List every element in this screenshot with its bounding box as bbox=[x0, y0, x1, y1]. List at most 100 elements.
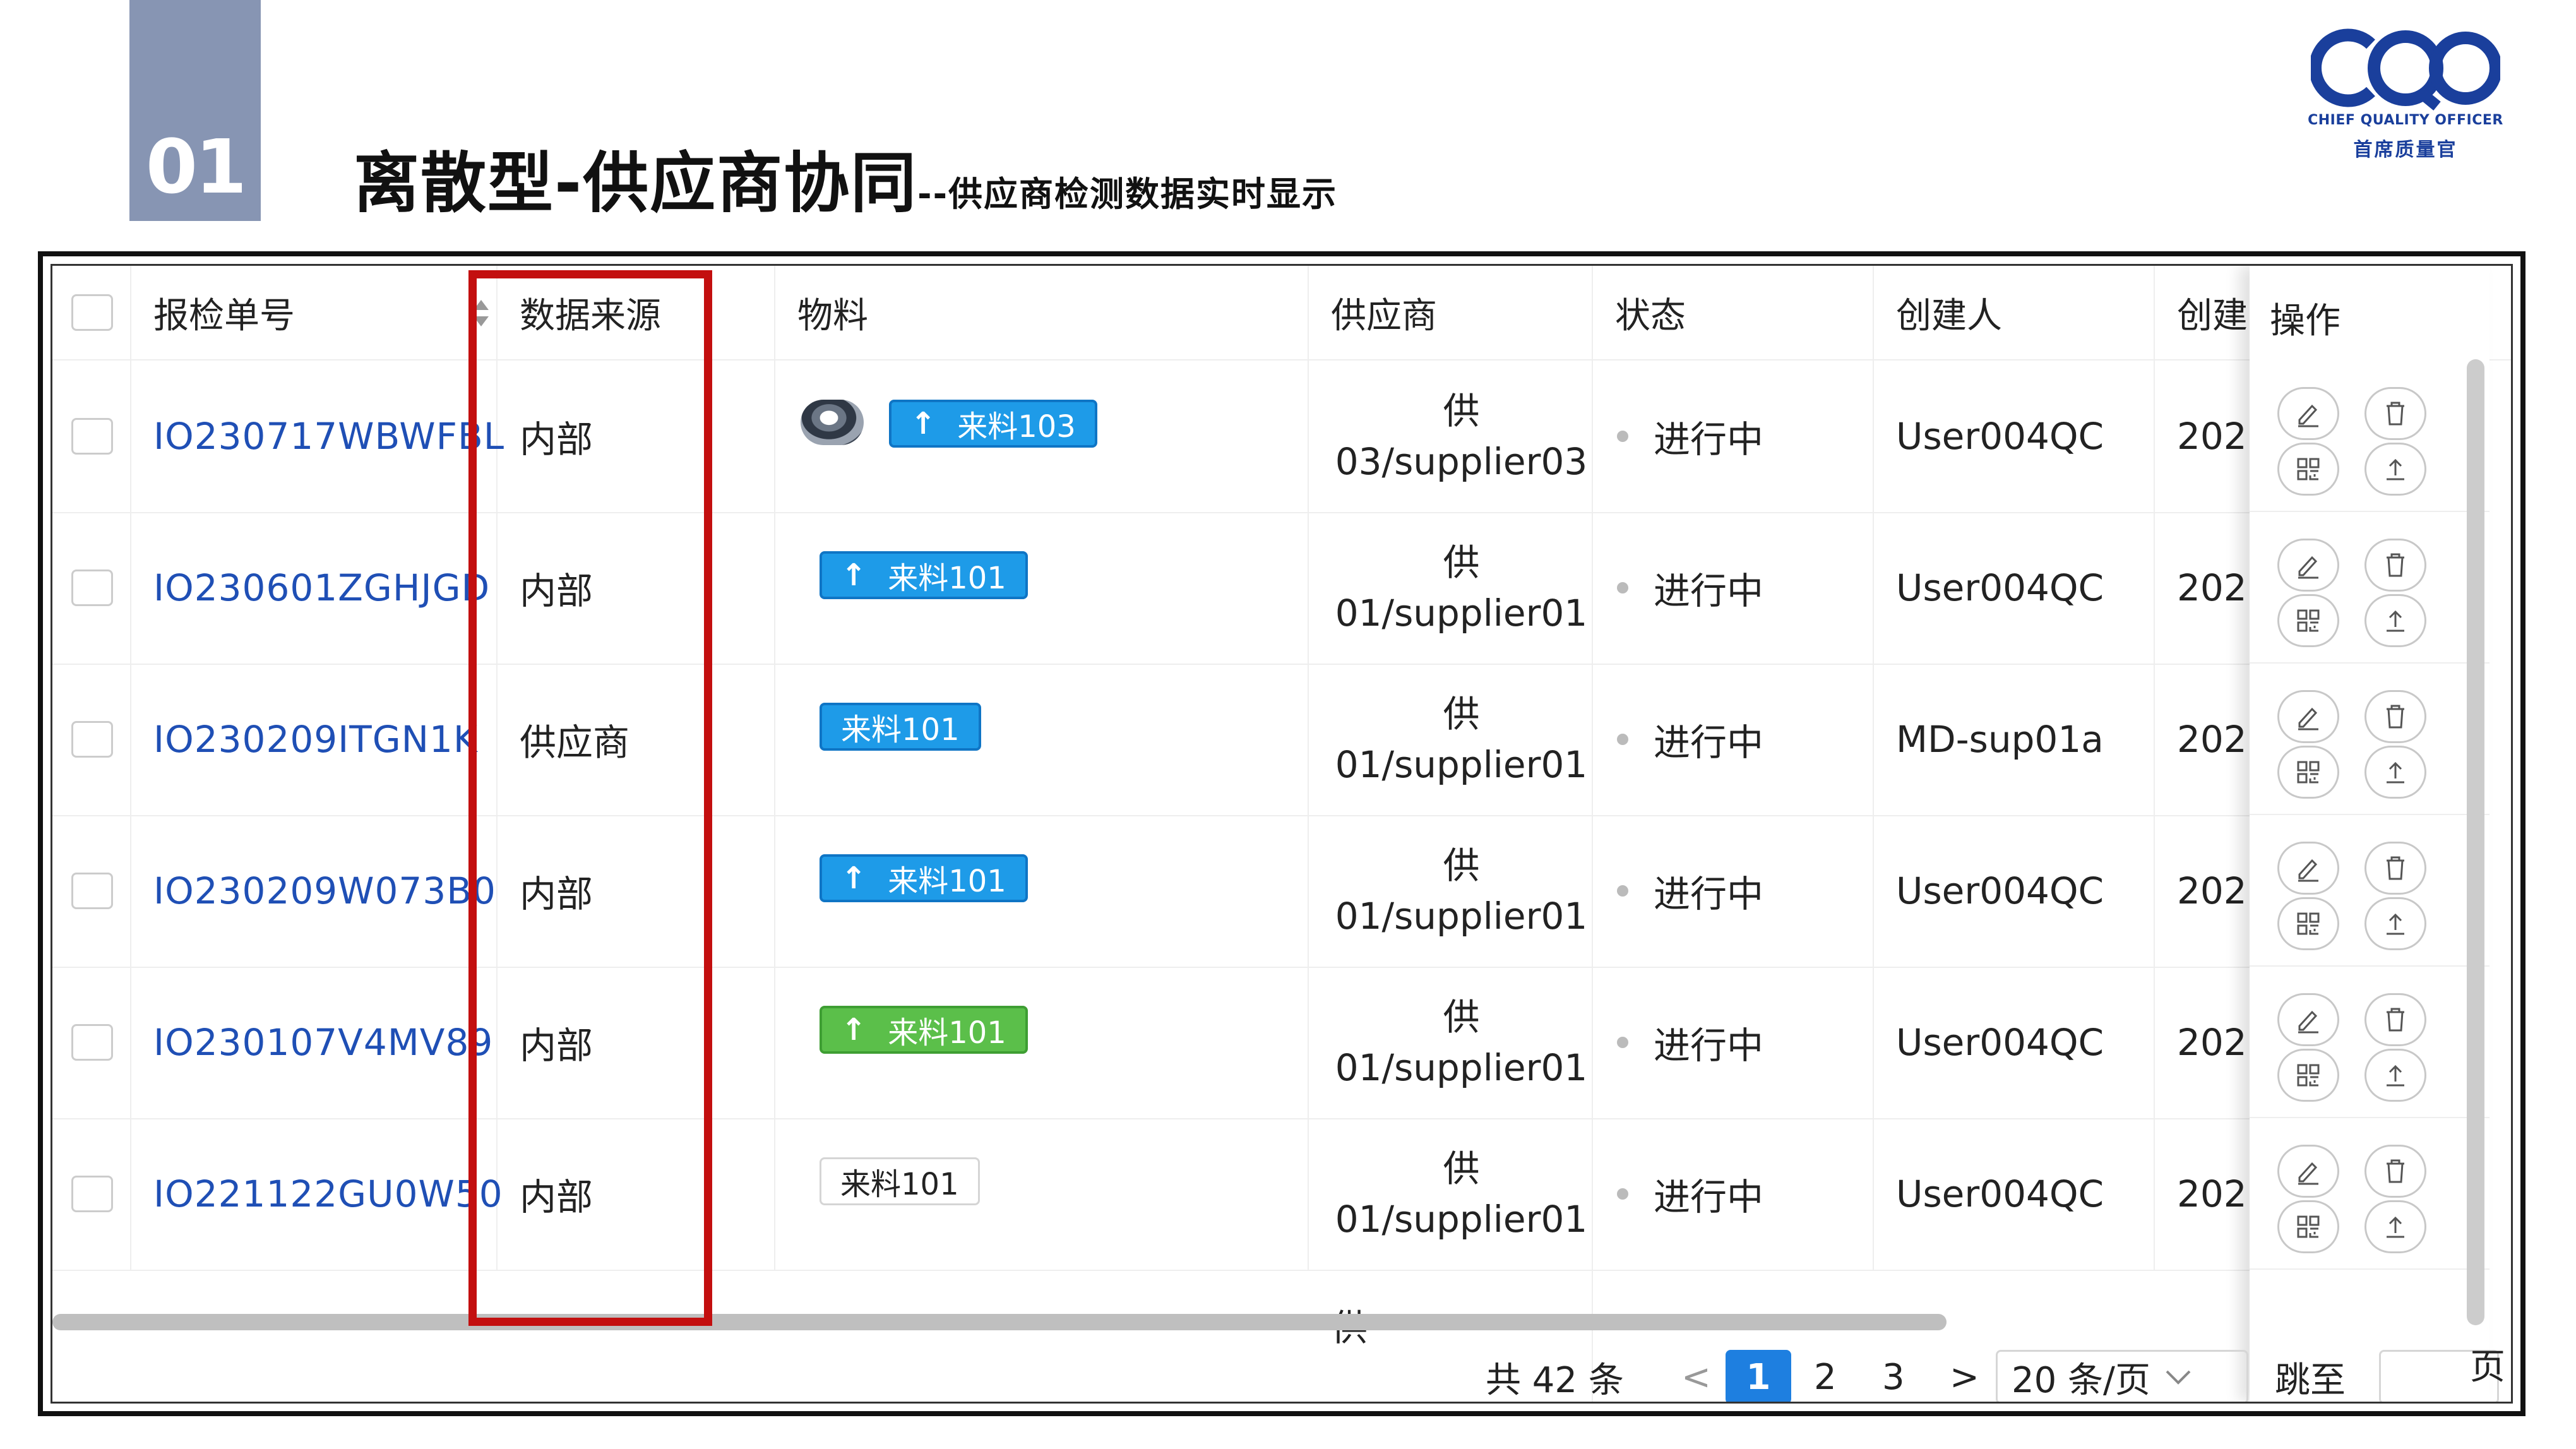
status-dot-icon bbox=[1617, 1037, 1628, 1048]
select-all-checkbox[interactable] bbox=[71, 294, 113, 331]
material-tag[interactable]: ↑ 来料101 bbox=[820, 551, 1028, 599]
inspection-no-cell: IO230601ZGHJGD bbox=[131, 512, 498, 664]
horizontal-scrollbar[interactable] bbox=[52, 1314, 1947, 1330]
material-tag[interactable]: 来料101 bbox=[820, 703, 981, 751]
edit-button[interactable] bbox=[2277, 1145, 2339, 1198]
slide-title: 离散型-供应商协同--供应商检测数据实时显示 bbox=[354, 129, 1337, 225]
status-value: 进行中 bbox=[1654, 569, 1764, 612]
section-number-block: 01 bbox=[129, 0, 261, 221]
upload-button[interactable] bbox=[2364, 443, 2426, 496]
header-supplier-label: 供应商 bbox=[1331, 295, 1437, 337]
qr-code-button[interactable] bbox=[2277, 746, 2339, 799]
upload-button[interactable] bbox=[2364, 746, 2426, 799]
pagination-prev[interactable]: < bbox=[1681, 1339, 1711, 1402]
qr-code-icon bbox=[2297, 1215, 2320, 1238]
created-value: 2023 bbox=[2177, 1021, 2250, 1064]
creator-value: User004QC bbox=[1896, 415, 2104, 458]
pagination-page-3[interactable]: 3 bbox=[1882, 1339, 1905, 1402]
status-value: 进行中 bbox=[1654, 873, 1764, 915]
supplier-name-line2: 03/supplier03 bbox=[1335, 440, 1588, 483]
upload-icon bbox=[2387, 1064, 2404, 1087]
supplier-cell: 供 03/supplier03 bbox=[1309, 361, 1593, 512]
logo-chinese: 首席质量官 bbox=[2353, 139, 2458, 161]
delete-button[interactable] bbox=[2364, 1145, 2426, 1198]
inspection-no-link[interactable]: IO230107V4MV89 bbox=[153, 1021, 493, 1064]
qr-code-button[interactable] bbox=[2277, 897, 2339, 950]
edit-button[interactable] bbox=[2277, 842, 2339, 895]
inspection-no-link[interactable]: IO230209W073B0 bbox=[153, 869, 496, 912]
actions-row bbox=[2250, 967, 2490, 1118]
delete-button[interactable] bbox=[2364, 842, 2426, 895]
header-creator-label: 创建人 bbox=[1896, 295, 2002, 337]
vertical-scrollbar[interactable] bbox=[2467, 359, 2484, 1325]
material-tag[interactable]: ↑ 来料101 bbox=[820, 1006, 1028, 1054]
inspection-no-link[interactable]: IO230209ITGN1K bbox=[153, 718, 478, 761]
arrow-up-icon: ↑ bbox=[841, 861, 867, 896]
status-cell: 进行中 bbox=[1593, 967, 1874, 1118]
qr-code-button[interactable] bbox=[2277, 1049, 2339, 1102]
status-cell: 进行中 bbox=[1593, 361, 1874, 512]
row-checkbox[interactable] bbox=[71, 418, 113, 455]
material-tag-label: 来料103 bbox=[957, 409, 1076, 444]
material-tag[interactable]: 来料101 bbox=[820, 1157, 980, 1205]
qr-code-button[interactable] bbox=[2277, 443, 2339, 496]
inspection-no-cell: IO230107V4MV89 bbox=[131, 967, 498, 1118]
upload-button[interactable] bbox=[2364, 1200, 2426, 1253]
row-select-cell bbox=[52, 664, 131, 815]
created-value: 2023 bbox=[2177, 566, 2250, 609]
row-checkbox[interactable] bbox=[71, 569, 113, 606]
delete-button[interactable] bbox=[2364, 690, 2426, 743]
qr-code-icon bbox=[2297, 458, 2320, 480]
inspection-no-link[interactable]: IO230717WBWFBL bbox=[153, 415, 504, 458]
material-cell: ↑ 来料101 bbox=[775, 967, 1309, 1118]
delete-button[interactable] bbox=[2364, 993, 2426, 1046]
pagination-next[interactable]: > bbox=[1950, 1339, 1979, 1402]
pagination: 共 42 条 < 1 2 3 > 20 条/页 跳至 bbox=[52, 1339, 2511, 1402]
creator-value: MD-sup01a bbox=[1896, 718, 2104, 761]
row-select-cell bbox=[52, 815, 131, 967]
material-cell: ↑ 来料101 bbox=[775, 512, 1309, 664]
row-checkbox[interactable] bbox=[71, 721, 113, 758]
pencil-icon bbox=[2298, 404, 2318, 427]
inspection-no-cell: IO230209ITGN1K bbox=[131, 664, 498, 815]
row-checkbox[interactable] bbox=[71, 873, 113, 909]
inspection-no-link[interactable]: IO221122GU0W50 bbox=[153, 1172, 503, 1215]
qr-code-icon bbox=[2297, 761, 2320, 784]
delete-button[interactable] bbox=[2364, 387, 2426, 440]
trash-icon bbox=[2387, 1008, 2404, 1032]
inspection-no-link[interactable]: IO230601ZGHJGD bbox=[153, 566, 490, 609]
status-cell: 进行中 bbox=[1593, 815, 1874, 967]
edit-button[interactable] bbox=[2277, 993, 2339, 1046]
material-tag[interactable]: ↑ 来料101 bbox=[820, 854, 1028, 902]
qr-code-button[interactable] bbox=[2277, 1200, 2339, 1253]
upload-button[interactable] bbox=[2364, 1049, 2426, 1102]
upload-icon bbox=[2387, 1216, 2404, 1238]
upload-button[interactable] bbox=[2364, 594, 2426, 647]
edit-button[interactable] bbox=[2277, 690, 2339, 743]
header-material: 物料 bbox=[775, 266, 1309, 359]
header-inspection-no[interactable]: 报检单号 bbox=[131, 266, 498, 359]
edit-button[interactable] bbox=[2277, 539, 2339, 592]
actions-row bbox=[2250, 361, 2490, 512]
supplier-name-line1: 供 bbox=[1443, 390, 1480, 432]
delete-button[interactable] bbox=[2364, 539, 2426, 592]
supplier-name-line2: 01/supplier01 bbox=[1335, 592, 1588, 635]
header-status-label: 状态 bbox=[1615, 295, 1686, 337]
row-checkbox[interactable] bbox=[71, 1176, 113, 1212]
inspection-table-panel: 报检单号 数据来源 物料 供应商 状态 创建人 创建 IO230717WBWFB… bbox=[51, 264, 2513, 1404]
status-value: 进行中 bbox=[1654, 418, 1764, 461]
row-checkbox[interactable] bbox=[71, 1024, 113, 1061]
trash-icon bbox=[2387, 553, 2404, 577]
pagination-page-current[interactable]: 1 bbox=[1726, 1350, 1791, 1402]
pencil-icon bbox=[2298, 1162, 2318, 1185]
upload-button[interactable] bbox=[2364, 897, 2426, 950]
page-size-select[interactable]: 20 条/页 bbox=[1996, 1350, 2248, 1402]
pagination-page-2[interactable]: 2 bbox=[1814, 1339, 1837, 1402]
edit-button[interactable] bbox=[2277, 387, 2339, 440]
trash-icon bbox=[2387, 402, 2404, 426]
qr-code-button[interactable] bbox=[2277, 594, 2339, 647]
material-thumbnail[interactable] bbox=[801, 400, 864, 445]
upload-icon bbox=[2387, 913, 2404, 935]
table-row: IO230209ITGN1K 供应商 来料101 供 01/supplier01 进行中 M… bbox=[52, 664, 2250, 816]
material-tag[interactable]: ↑ 来料103 bbox=[889, 400, 1097, 448]
